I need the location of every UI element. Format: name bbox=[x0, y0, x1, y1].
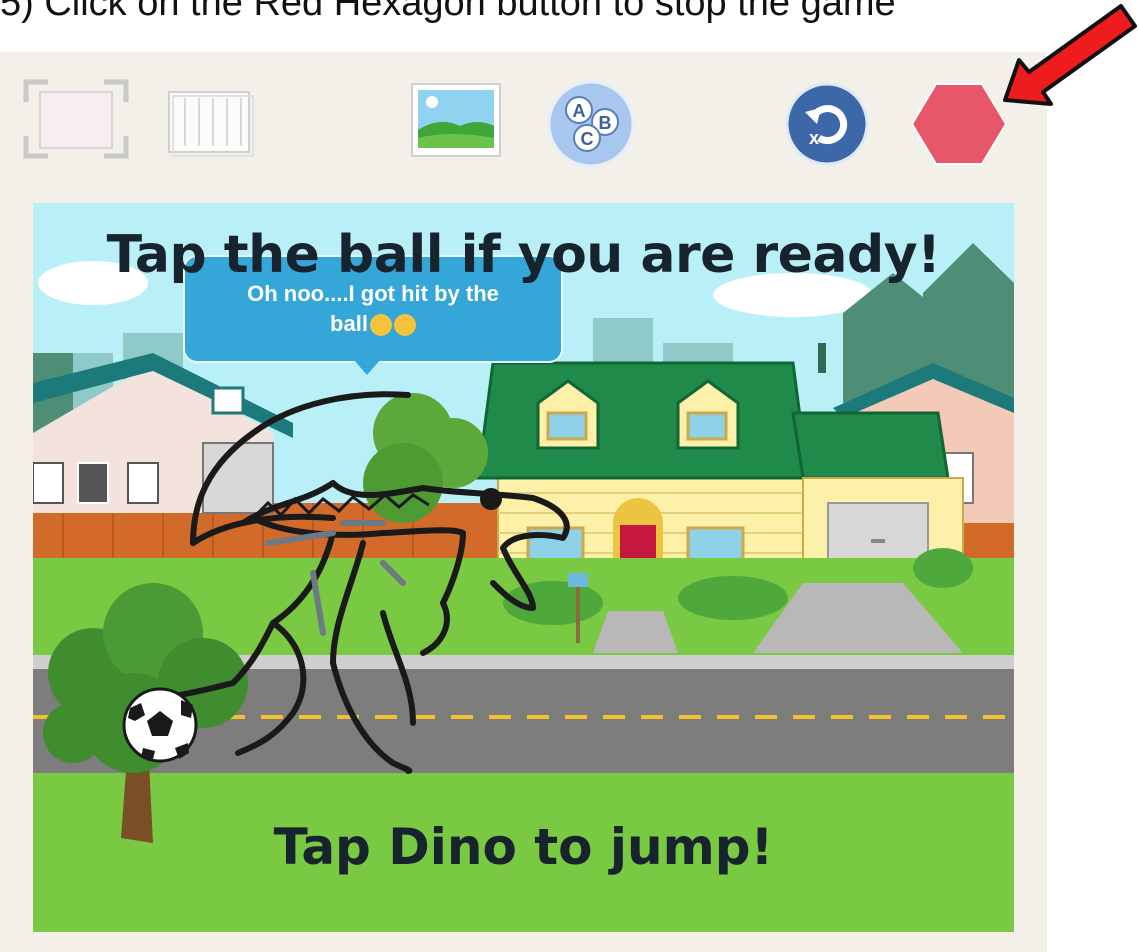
background-button[interactable] bbox=[410, 80, 502, 160]
instruction-text: 5) Click on the Red Hexagon button to st… bbox=[0, 0, 896, 24]
fullscreen-icon bbox=[23, 79, 129, 159]
fullscreen-button[interactable] bbox=[22, 78, 130, 160]
red-arrow-icon bbox=[1003, 4, 1137, 106]
background-image-icon bbox=[411, 83, 501, 157]
reset-icon: x bbox=[785, 82, 869, 166]
abc-letter-c: C bbox=[581, 129, 594, 149]
speech-bubble-tail bbox=[353, 359, 381, 375]
red-hexagon-stop-icon bbox=[910, 83, 1008, 165]
mailbox-post bbox=[576, 583, 580, 643]
stage-bottom-text: Tap Dino to jump! bbox=[273, 818, 774, 876]
grid-icon bbox=[168, 91, 254, 157]
stop-button[interactable] bbox=[910, 80, 1008, 168]
stage-title-text: Tap the ball if you are ready! bbox=[106, 225, 941, 285]
abc-button[interactable]: A B C bbox=[545, 78, 637, 170]
game-stage[interactable]: Oh noo....I got hit by the ball Tap the … bbox=[33, 203, 1014, 932]
reset-button[interactable]: x bbox=[783, 80, 871, 168]
reset-letter: x bbox=[809, 128, 819, 148]
abc-letter-b: B bbox=[599, 113, 612, 133]
abc-icon: A B C bbox=[547, 80, 635, 168]
grid-button[interactable] bbox=[165, 86, 257, 158]
sad-face-icon bbox=[393, 314, 416, 337]
speech-line-2: ball bbox=[330, 311, 368, 336]
crying-face-icon bbox=[369, 314, 392, 337]
soccer-ball bbox=[122, 687, 198, 763]
abc-letter-a: A bbox=[573, 101, 586, 121]
mailbox bbox=[568, 573, 588, 587]
